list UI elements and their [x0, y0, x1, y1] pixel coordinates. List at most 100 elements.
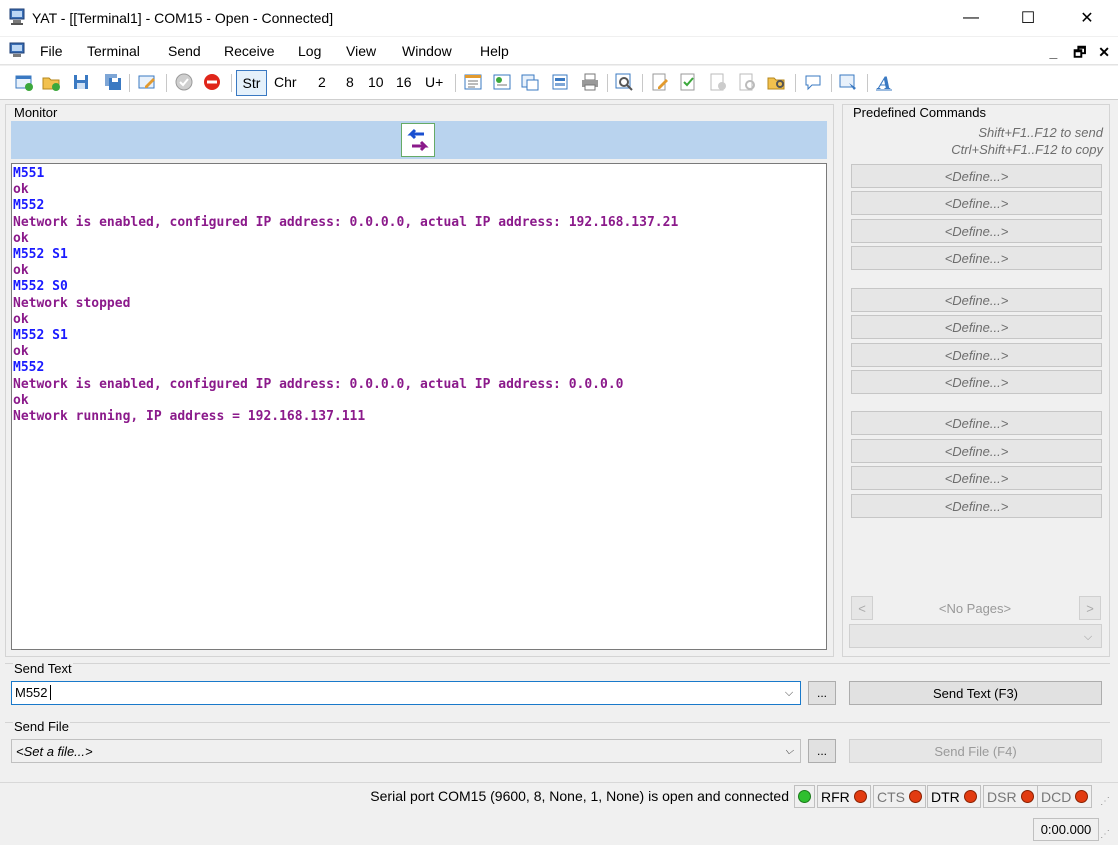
chevron-down-icon: ⌵ — [1083, 630, 1093, 643]
show-line-numbers-icon[interactable] — [492, 72, 512, 92]
radix-char-button[interactable]: Chr — [274, 74, 297, 90]
log-on-icon[interactable] — [678, 72, 698, 92]
menu-file[interactable]: File — [40, 43, 63, 59]
close-button[interactable]: ✕ — [1064, 0, 1110, 36]
menu-send[interactable]: Send — [168, 43, 201, 59]
terminal-system-icon[interactable] — [8, 42, 26, 60]
save-all-icon[interactable] — [103, 72, 123, 92]
signal-cts[interactable]: CTS — [873, 785, 926, 808]
yat-app-icon[interactable] — [8, 8, 26, 26]
menu-terminal[interactable]: Terminal — [87, 43, 140, 59]
page-select[interactable]: ⌵ — [849, 624, 1102, 648]
toolbar-separator — [642, 74, 643, 92]
log-clear-icon[interactable] — [737, 72, 757, 92]
mdi-minimize-icon[interactable]: _ — [1050, 44, 1058, 60]
show-radix-icon[interactable] — [463, 72, 483, 92]
signal-dsr[interactable]: DSR — [983, 785, 1038, 808]
define-command-button-1[interactable]: <Define...> — [851, 164, 1102, 188]
open-icon[interactable] — [41, 72, 61, 92]
monitor-output[interactable]: M551 ok M552 Network is enabled, configured… — [11, 163, 827, 650]
previous-page-button[interactable]: < — [851, 596, 873, 620]
resize-grip-icon[interactable]: ⋰ — [1100, 796, 1110, 807]
log-off-icon[interactable] — [708, 72, 728, 92]
chevron-down-icon[interactable]: ⌵ — [780, 682, 798, 704]
define-command-button-10[interactable]: <Define...> — [851, 439, 1102, 463]
monitor-line-received: ok — [13, 182, 29, 198]
send-file-browse-button[interactable]: ... — [808, 739, 836, 763]
define-command-button-5[interactable]: <Define...> — [851, 288, 1102, 312]
signal-dcd[interactable]: DCD — [1037, 785, 1093, 808]
mdi-restore-icon[interactable]: 🗗 — [1073, 44, 1086, 60]
send-text-input[interactable]: M552 ⌵ — [11, 681, 801, 705]
signal-label: DTR — [931, 788, 960, 805]
mdi-close-icon[interactable]: ✕ — [1098, 44, 1110, 60]
radix-oct-button[interactable]: 8 — [346, 74, 354, 90]
define-command-button-11[interactable]: <Define...> — [851, 466, 1102, 490]
timer[interactable]: 0:00.000 — [1033, 818, 1099, 841]
radix-dec-button[interactable]: 10 — [368, 74, 384, 90]
define-command-button-6[interactable]: <Define...> — [851, 315, 1102, 339]
signal-label: CTS — [877, 788, 905, 805]
port-status-text: Serial port COM15 (9600, 8, None, 1, Non… — [370, 788, 789, 804]
toolbar-separator — [607, 74, 608, 92]
monitor-line-received: ok — [13, 230, 29, 246]
radix-bin-button[interactable]: 2 — [318, 74, 326, 90]
toolbar: Str Chr 2 8 10 16 U+ A — [0, 66, 1118, 100]
toolbar-separator — [795, 74, 796, 92]
monitor-line-received: Network is enabled, configured IP addres… — [13, 376, 624, 392]
open-port-icon[interactable] — [174, 72, 194, 92]
minimize-button[interactable]: — — [948, 0, 994, 36]
send-file-value: <Set a file...> — [16, 744, 93, 759]
red-led-icon — [853, 790, 867, 803]
toolbar-separator — [166, 74, 167, 92]
show-length-icon[interactable] — [550, 72, 570, 92]
toolbar-separator — [455, 74, 456, 92]
find-icon[interactable] — [614, 72, 634, 92]
send-file-select[interactable]: <Set a file...> ⌵ — [11, 739, 801, 763]
radix-hex-button[interactable]: 16 — [396, 74, 412, 90]
signal-dtr[interactable]: DTR — [927, 785, 981, 808]
radix-string-button[interactable]: Str — [236, 70, 267, 96]
menu-log[interactable]: Log — [298, 43, 321, 59]
signal-rfr[interactable]: RFR — [817, 785, 871, 808]
send-text-browse-button[interactable]: ... — [808, 681, 836, 705]
red-led-icon — [909, 790, 922, 803]
chevron-down-icon[interactable]: ⌵ — [780, 740, 798, 762]
signal-label: DCD — [1041, 788, 1072, 805]
define-command-button-4[interactable]: <Define...> — [851, 246, 1102, 270]
font-icon[interactable]: A — [874, 72, 894, 92]
monitor-line-received: Network running, IP address = 192.168.13… — [13, 409, 366, 425]
show-timestamp-icon[interactable] — [520, 72, 540, 92]
log-settings-icon[interactable] — [650, 72, 670, 92]
red-led-icon — [1075, 790, 1089, 803]
close-port-icon[interactable] — [202, 72, 222, 92]
send-text-button[interactable]: Send Text (F3) — [849, 681, 1102, 705]
format-comment-icon[interactable] — [803, 72, 823, 92]
next-page-button[interactable]: > — [1079, 596, 1101, 620]
menu-window[interactable]: Window — [402, 43, 452, 59]
send-file-button[interactable]: Send File (F4) — [849, 739, 1102, 763]
define-command-button-8[interactable]: <Define...> — [851, 370, 1102, 394]
monitor-line-sent: M552 — [13, 198, 45, 214]
define-command-button-9[interactable]: <Define...> — [851, 411, 1102, 435]
menu-view[interactable]: View — [346, 43, 376, 59]
print-icon[interactable] — [580, 72, 600, 92]
predefined-commands-label: Predefined Commands — [852, 105, 987, 120]
log-open-folder-icon[interactable] — [766, 72, 786, 92]
menu-help[interactable]: Help — [480, 43, 509, 59]
save-icon[interactable] — [71, 72, 91, 92]
menu-receive[interactable]: Receive — [224, 43, 275, 59]
maximize-button[interactable]: ☐ — [1005, 0, 1051, 36]
terminal-layout-icon[interactable] — [838, 72, 858, 92]
terminal-settings-icon[interactable] — [137, 72, 157, 92]
define-command-button-12[interactable]: <Define...> — [851, 494, 1102, 518]
bidirectional-arrows-icon[interactable] — [401, 123, 435, 157]
define-command-button-7[interactable]: <Define...> — [851, 343, 1102, 367]
port-status-led — [794, 785, 815, 808]
define-command-button-3[interactable]: <Define...> — [851, 219, 1102, 243]
monitor-line-received: ok — [13, 344, 29, 360]
resize-grip-icon[interactable]: ⋰ — [1100, 829, 1110, 840]
new-terminal-icon[interactable] — [14, 72, 34, 92]
radix-unicode-button[interactable]: U+ — [425, 74, 443, 90]
define-command-button-2[interactable]: <Define...> — [851, 191, 1102, 215]
